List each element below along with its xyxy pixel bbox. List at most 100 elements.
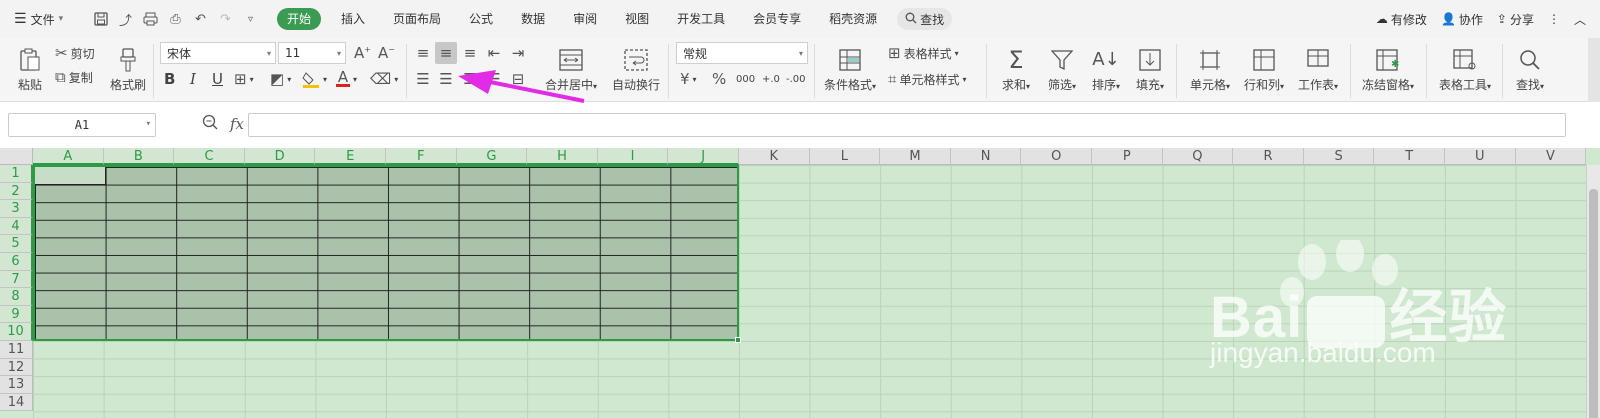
paste-button[interactable]: 粘贴 xyxy=(8,41,52,97)
modified-status[interactable]: ☁ 有修改 xyxy=(1376,11,1427,28)
zoom-formula-icon[interactable] xyxy=(202,114,218,134)
row-header[interactable]: 12 xyxy=(0,358,33,377)
row-header[interactable]: 9 xyxy=(0,305,33,324)
increase-decimal-button[interactable]: +.0 xyxy=(762,68,780,90)
align-top-icon[interactable]: ≡ xyxy=(413,42,433,64)
column-header[interactable]: B xyxy=(103,148,175,165)
italic-button[interactable]: I xyxy=(190,68,196,90)
column-header[interactable]: I xyxy=(597,148,669,165)
active-cell[interactable] xyxy=(35,167,106,185)
borders-icon[interactable]: ⊞ ▾ xyxy=(234,68,254,90)
column-header[interactable]: K xyxy=(739,148,810,165)
align-left-icon[interactable]: ☰ xyxy=(413,68,433,90)
worksheet-button[interactable]: 工作表▾ xyxy=(1292,41,1344,97)
column-header[interactable]: D xyxy=(244,148,316,165)
column-header[interactable]: Q xyxy=(1162,148,1234,165)
column-header[interactable]: V xyxy=(1515,148,1587,165)
column-header[interactable]: C xyxy=(174,148,245,165)
name-box[interactable]: A1 ▾ xyxy=(8,113,156,137)
tab-formulas[interactable]: 公式 xyxy=(455,8,507,30)
filter-button[interactable]: 筛选▾ xyxy=(1040,41,1084,97)
table-tools-button[interactable]: 表格工具▾ xyxy=(1434,41,1496,97)
percent-format-button[interactable]: % xyxy=(712,68,726,90)
increase-indent-icon[interactable]: ⇥ xyxy=(508,42,528,64)
freeze-panes-button[interactable]: ✱ 冻结窗格▾ xyxy=(1356,41,1420,97)
underline-button[interactable]: U xyxy=(212,68,223,90)
column-header[interactable]: T xyxy=(1374,148,1445,165)
fill-button[interactable]: 填充▾ xyxy=(1128,41,1172,97)
row-header[interactable]: 1 xyxy=(0,165,33,183)
select-all-corner[interactable] xyxy=(0,148,33,165)
vertical-scrollbar[interactable] xyxy=(1586,165,1600,418)
print-icon[interactable] xyxy=(142,11,159,28)
row-header[interactable]: 4 xyxy=(0,217,33,236)
font-size-select[interactable]: 11 ▾ xyxy=(278,42,346,64)
sum-button[interactable]: Σ 求和▾ xyxy=(994,41,1038,97)
tab-member[interactable]: 会员专享 xyxy=(739,8,815,30)
fill-handle[interactable] xyxy=(735,337,741,343)
decrease-indent-icon[interactable]: ⇤ xyxy=(484,42,504,64)
decrease-font-size-icon[interactable]: A− xyxy=(378,42,395,64)
column-header[interactable]: F xyxy=(386,148,457,165)
merge-center-button[interactable]: 合并居中▾ xyxy=(540,41,602,97)
tab-home[interactable]: 开始 xyxy=(277,8,322,30)
align-middle-icon[interactable]: ≡ xyxy=(435,42,457,64)
column-header[interactable]: E xyxy=(315,148,386,165)
number-format-select[interactable]: 常规 ▾ xyxy=(676,42,808,64)
row-header[interactable]: 5 xyxy=(0,235,33,253)
share-button[interactable]: ⇪ 分享 xyxy=(1497,11,1534,28)
row-header[interactable]: 2 xyxy=(0,182,33,201)
conditional-format-button[interactable]: 条件格式▾ xyxy=(820,41,880,97)
tab-review[interactable]: 审阅 xyxy=(559,8,611,30)
fill-color-icon[interactable]: ▾ xyxy=(302,68,327,90)
rows-columns-button[interactable]: 行和列▾ xyxy=(1238,41,1290,97)
insert-function-icon[interactable]: fx xyxy=(230,115,244,133)
scrollbar-thumb[interactable] xyxy=(1589,189,1598,418)
row-header[interactable]: 6 xyxy=(0,253,33,271)
save-icon[interactable] xyxy=(92,11,109,28)
tab-view[interactable]: 视图 xyxy=(611,8,663,30)
column-header[interactable]: A xyxy=(33,148,104,165)
row-header[interactable]: 11 xyxy=(0,341,33,359)
column-header[interactable]: M xyxy=(880,148,951,165)
file-menu[interactable]: ☰ 文件 ▾ xyxy=(0,11,84,28)
copy-button[interactable]: ⧉ 复制 xyxy=(55,66,93,88)
tab-page-layout[interactable]: 页面布局 xyxy=(379,8,455,30)
format-painter-button[interactable]: 格式刷 xyxy=(106,41,150,97)
wrap-text-button[interactable]: 自动换行 xyxy=(610,41,662,97)
cells-button[interactable]: 单元格▾ xyxy=(1184,41,1236,97)
column-header[interactable]: N xyxy=(950,148,1022,165)
column-header[interactable]: O xyxy=(1021,148,1092,165)
bold-button[interactable]: B xyxy=(164,68,175,90)
row-header[interactable]: 13 xyxy=(0,376,33,394)
column-header[interactable]: L xyxy=(809,148,881,165)
table-style-button[interactable]: ⊞ 表格样式 ▾ xyxy=(888,42,959,64)
sort-button[interactable]: A↓ 排序▾ xyxy=(1084,41,1128,97)
column-header[interactable]: G xyxy=(456,148,528,165)
collapse-ribbon-icon[interactable]: ︿ xyxy=(1574,11,1586,28)
row-header[interactable]: 14 xyxy=(0,393,33,412)
customize-dropdown-icon[interactable]: ▿ xyxy=(242,11,259,28)
cell-fill-style-icon[interactable]: ◩ ▾ xyxy=(270,68,291,90)
thousands-separator-button[interactable]: 000 xyxy=(736,68,755,90)
column-header[interactable]: S xyxy=(1303,148,1375,165)
column-header[interactable]: P xyxy=(1092,148,1163,165)
search-command[interactable]: 查找 xyxy=(897,8,953,30)
align-center-icon[interactable]: ☰ xyxy=(436,68,456,90)
row-header[interactable]: 3 xyxy=(0,200,33,218)
column-header[interactable]: J xyxy=(668,148,739,165)
row-header[interactable]: 7 xyxy=(0,270,33,289)
more-options-icon[interactable]: ⋮ xyxy=(1548,12,1560,26)
increase-font-size-icon[interactable]: A+ xyxy=(354,42,371,64)
distributed-align-icon[interactable]: ⊟ xyxy=(508,68,528,90)
justify-icon[interactable]: ☰ xyxy=(484,68,504,90)
align-bottom-icon[interactable]: ≡ xyxy=(460,42,480,64)
tab-data[interactable]: 数据 xyxy=(507,8,559,30)
decrease-decimal-button[interactable]: -.00 xyxy=(786,68,806,90)
clear-format-icon[interactable]: ⌫ ▾ xyxy=(370,68,398,90)
find-button[interactable]: 查找▾ xyxy=(1508,41,1552,97)
row-header[interactable]: 10 xyxy=(0,323,33,341)
formula-input[interactable] xyxy=(248,113,1566,137)
align-right-icon[interactable]: ☰ xyxy=(460,68,480,90)
ribbon-scroll-right[interactable] xyxy=(1588,38,1600,102)
